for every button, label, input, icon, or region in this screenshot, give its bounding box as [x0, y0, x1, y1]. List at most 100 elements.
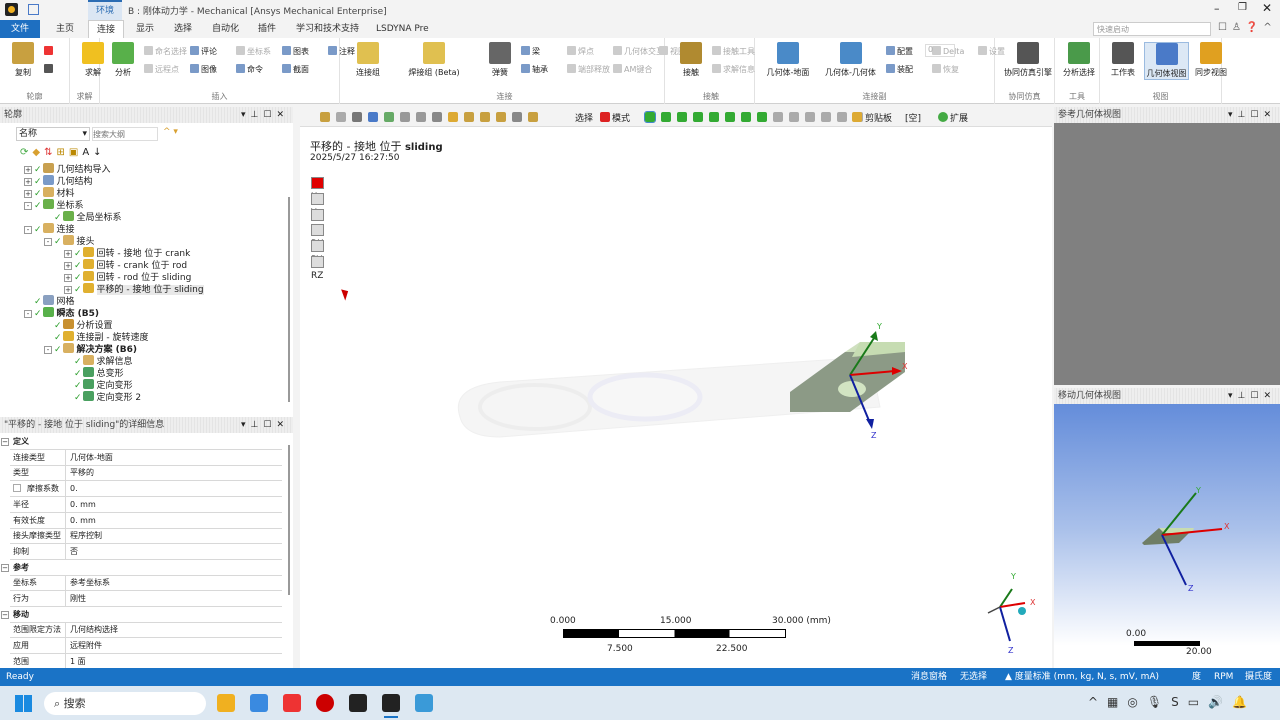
- details-row[interactable]: 摩擦系数 0.: [10, 481, 282, 498]
- unit-system-button[interactable]: ▲ 度量标准 (mm, kg, N, s, mV, mA): [1005, 668, 1159, 686]
- ribbon-button-2-0[interactable]: 分析: [106, 42, 140, 78]
- moving-geometry-view[interactable]: 移动几何体视图 ▾⊥☐✕ Y X Z 0.00 20.00: [1054, 388, 1280, 668]
- details-row[interactable]: 半径 0. mm: [10, 496, 282, 513]
- ribbon-button-6-0[interactable]: 协同仿真引擎: [1001, 42, 1055, 78]
- toolbar-extend-button[interactable]: 扩展: [950, 111, 968, 124]
- ribbon-small-2-0[interactable]: 命名选择: [144, 46, 187, 57]
- detail-value[interactable]: 0.: [68, 481, 78, 496]
- ribbon-small-5-1[interactable]: 装配: [886, 64, 913, 75]
- dof-checkbox[interactable]: [311, 256, 324, 268]
- toolbar-icon-4[interactable]: [384, 112, 394, 122]
- detail-value[interactable]: 参考坐标系: [68, 575, 110, 590]
- ribbon-small-3-1[interactable]: 轴承: [521, 64, 548, 75]
- selection-filter-icon-12[interactable]: [837, 112, 847, 122]
- ribbon-small-0-1[interactable]: [44, 64, 55, 74]
- temperature-unit-button[interactable]: 摄氏度: [1245, 668, 1272, 686]
- checkbox[interactable]: [13, 484, 21, 493]
- ribbon-button-0-0[interactable]: 复制: [6, 42, 40, 78]
- toolbar-icon-12[interactable]: [512, 112, 522, 122]
- app-store-icon[interactable]: [250, 694, 268, 712]
- tree-item[interactable]: ✓ 连接副 - 旋转速度: [44, 331, 149, 343]
- selection-filter-icon-7[interactable]: [757, 112, 767, 122]
- toolbar-icon-11[interactable]: [496, 112, 506, 122]
- reference-geometry-view[interactable]: 参考几何体视图 ▾⊥☐✕: [1054, 107, 1280, 385]
- ribbon-small-3-3[interactable]: 端部释放: [567, 64, 610, 75]
- ribbon-small-3-4[interactable]: 几何体交互: [613, 46, 664, 57]
- expand-toggle-icon[interactable]: +: [64, 250, 72, 258]
- pane-controls[interactable]: ▾⊥☐✕: [241, 417, 289, 433]
- detail-value[interactable]: 几何体-地面: [68, 450, 113, 465]
- detail-value[interactable]: 0. mm: [68, 497, 96, 512]
- selection-filter-icon-2[interactable]: [677, 112, 687, 122]
- detail-value[interactable]: 平移的: [68, 465, 94, 480]
- tree-item[interactable]: + ✓ 回转 - 接地 位于 crank: [64, 247, 190, 259]
- system-tray[interactable]: ^▦◎🎙S▭🔊🔔: [1088, 695, 1256, 709]
- dof-checkbox[interactable]: [311, 240, 324, 253]
- dof-rz[interactable]: RZ: [311, 256, 328, 281]
- extend-icon[interactable]: [938, 112, 948, 122]
- tree-item[interactable]: ✓ 定向变形 2: [64, 391, 141, 403]
- tree-item[interactable]: ✓ 求解信息: [64, 355, 133, 367]
- save-icon[interactable]: [28, 4, 39, 15]
- ribbon-button-8-1[interactable]: 几何体视图: [1144, 42, 1189, 80]
- ribbon-tab-5[interactable]: 自动化: [204, 20, 247, 38]
- toolbar-icon-6[interactable]: [416, 112, 426, 122]
- toolbar-icon-10[interactable]: [480, 112, 490, 122]
- restore-icon[interactable]: ❐: [1238, 2, 1247, 13]
- toolbar-icon-5[interactable]: [400, 112, 410, 122]
- details-row[interactable]: 范围限定方法 几何结构选择: [10, 622, 282, 639]
- workbench-icon[interactable]: [349, 694, 367, 712]
- ribbon-button-8-0[interactable]: 工作表: [1106, 42, 1140, 78]
- toolbar-icon-1[interactable]: [336, 112, 346, 122]
- details-row[interactable]: 连接类型 几何体-地面: [10, 449, 282, 466]
- toolbar-clipboard-button[interactable]: 剪贴板: [865, 111, 892, 124]
- wps-icon[interactable]: [283, 694, 301, 712]
- context-tab-environment[interactable]: 环境: [88, 0, 122, 20]
- file-explorer-icon[interactable]: [217, 694, 235, 712]
- triad[interactable]: Y X Z: [980, 569, 1040, 659]
- toolbar-icon-2[interactable]: [352, 112, 362, 122]
- tree-item[interactable]: + ✓ 几何结构: [24, 175, 93, 187]
- ribbon-tab-8[interactable]: LSDYNA Pre: [368, 20, 437, 38]
- ribbon-button-7-0[interactable]: 分析选择: [1061, 42, 1097, 78]
- pane-controls[interactable]: ▾⊥☐✕: [1228, 107, 1276, 123]
- dof-checkbox[interactable]: [311, 177, 324, 189]
- ribbon-small-2-3[interactable]: 图像: [190, 64, 217, 75]
- toolbar-select-button[interactable]: 选择: [575, 111, 593, 124]
- details-row[interactable]: 行为 刚性: [10, 591, 282, 607]
- ribbon-tab-0[interactable]: 文件: [0, 20, 40, 38]
- selection-filter-icon-0[interactable]: [644, 111, 656, 123]
- ribbon-tab-3[interactable]: 显示: [128, 20, 162, 38]
- tree-item[interactable]: ✓ 分析设置: [44, 319, 113, 331]
- angle-unit-button[interactable]: 度: [1192, 668, 1201, 686]
- details-row[interactable]: 应用 远程附件: [10, 638, 282, 655]
- collapse-icon[interactable]: −: [1, 563, 9, 572]
- selection-filter-icon-9[interactable]: [789, 112, 799, 122]
- ribbon-tab-4[interactable]: 选择: [166, 20, 200, 38]
- delta-input[interactable]: 0: [925, 44, 955, 57]
- close-icon[interactable]: ✕: [1262, 1, 1272, 15]
- ribbon-small-2-6[interactable]: 图表: [282, 46, 309, 57]
- details-row[interactable]: 接头摩擦类型 程序控制: [10, 528, 282, 545]
- dof-x[interactable]: X: [311, 177, 328, 202]
- toolbar-icon-8[interactable]: [448, 112, 458, 122]
- detail-value[interactable]: 1 面: [68, 654, 86, 669]
- toolbar-icon-9[interactable]: [464, 112, 474, 122]
- windows-start-icon[interactable]: [15, 695, 32, 712]
- collapse-icon[interactable]: −: [1, 438, 9, 446]
- toolbar-icon-7[interactable]: [432, 112, 442, 122]
- details-scrollbar[interactable]: [288, 445, 290, 595]
- toolbar-mode-button[interactable]: 模式: [612, 111, 630, 124]
- pane-controls[interactable]: ▾⊥☐✕: [241, 107, 289, 123]
- rpm-unit-button[interactable]: RPM: [1214, 668, 1233, 686]
- tree-item[interactable]: ✓ 定向变形: [64, 379, 133, 391]
- dof-z[interactable]: Z: [311, 208, 328, 234]
- expand-toggle-icon[interactable]: +: [24, 178, 32, 186]
- dof-checkbox[interactable]: [311, 208, 324, 221]
- tree-item[interactable]: - ✓ 坐标系: [24, 199, 84, 211]
- selection-filter-icon-5[interactable]: [725, 112, 735, 122]
- ribbon-small-2-2[interactable]: 评论: [190, 46, 217, 57]
- recorder-icon[interactable]: [316, 694, 334, 712]
- ribbon-small-2-7[interactable]: 截面: [282, 64, 309, 75]
- ribbon-small-3-2[interactable]: 焊点: [567, 46, 594, 57]
